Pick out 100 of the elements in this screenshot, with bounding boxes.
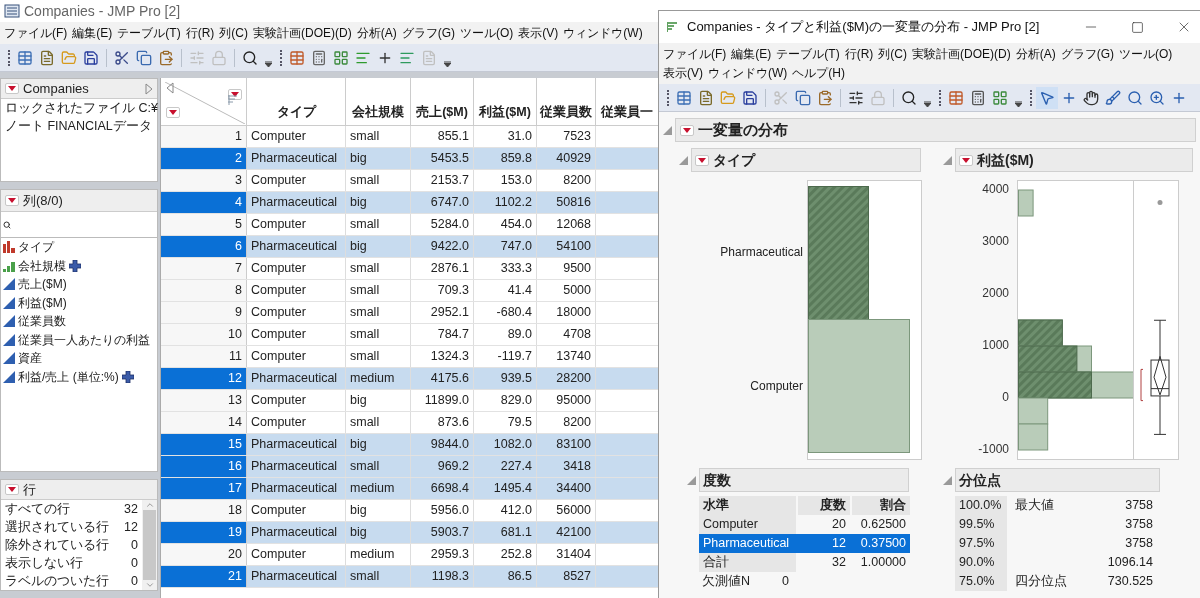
row-number-cell[interactable]: 7 [161, 258, 247, 279]
disclosure-icon[interactable] [943, 155, 952, 165]
row-number-cell[interactable]: 2 [161, 148, 247, 169]
menu-item[interactable]: 表示(V) [518, 24, 559, 42]
row-number-cell[interactable]: 14 [161, 412, 247, 433]
menu-item[interactable]: 実験計画(DOE)(D) [253, 24, 352, 42]
menu-item[interactable]: ツール(O) [460, 24, 514, 42]
menu-item[interactable]: テーブル(T) [117, 24, 181, 42]
table-row[interactable]: 17 Pharmaceutical medium 6698.4 1495.4 34400 [161, 478, 658, 500]
menu-item[interactable]: ツール(O) [1119, 45, 1173, 63]
column-header[interactable]: 会社規模 [346, 78, 411, 125]
sort-icon[interactable] [228, 95, 238, 105]
dropdown-button[interactable] [228, 89, 242, 100]
table-row[interactable]: 21 Pharmaceutical small 1198.3 86.5 8527 [161, 566, 658, 588]
table-row[interactable]: 10 Computer small 784.7 89.0 4708 [161, 324, 658, 346]
column-name[interactable]: 売上($M) [18, 275, 67, 294]
column-name[interactable]: 利益/売上 (単位:%) [18, 367, 119, 386]
disclosure-icon[interactable] [943, 475, 952, 485]
row-number-cell[interactable]: 17 [161, 478, 247, 499]
table-row[interactable]: 5 Computer small 5284.0 454.0 12068 [161, 214, 658, 236]
column-name[interactable]: タイプ [18, 238, 54, 257]
maximize-icon[interactable] [1131, 20, 1144, 34]
row-number-cell[interactable]: 6 [161, 236, 247, 257]
menu-item[interactable]: 行(R) [844, 45, 874, 63]
column-header[interactable]: 利益($M) [474, 78, 537, 125]
row-number-cell[interactable]: 10 [161, 324, 247, 345]
dropdown-button[interactable] [695, 154, 709, 166]
dropdown-button[interactable] [680, 124, 694, 136]
disclosure-icon[interactable] [663, 125, 672, 135]
frequency-row[interactable]: 合計 32 1.00000 [699, 553, 910, 572]
menu-item[interactable]: 表示(V) [663, 64, 703, 82]
menu-item[interactable]: 分析(A) [356, 24, 397, 42]
table-row[interactable]: 12 Pharmaceutical medium 4175.6 939.5 28200 [161, 368, 658, 390]
row-number-cell[interactable]: 8 [161, 280, 247, 301]
overflow-icon[interactable] [265, 61, 272, 67]
expand-icon[interactable] [145, 82, 153, 95]
disclosure-icon[interactable] [679, 155, 688, 165]
column-name[interactable]: 従業員一人あたりの利益 [18, 330, 150, 349]
menu-item[interactable]: ウィンドウ(W) [563, 24, 643, 42]
row-number-cell[interactable]: 3 [161, 170, 247, 191]
frequency-row[interactable]: Computer 20 0.62500 [699, 515, 910, 534]
column-header[interactable]: タイプ [247, 78, 346, 125]
menu-item[interactable]: テーブル(T) [776, 45, 840, 63]
overflow-icon[interactable] [924, 101, 931, 107]
column-header[interactable]: 従業員数 [537, 78, 596, 125]
table-row[interactable]: 11 Computer small 1324.3 -119.7 13740 [161, 346, 658, 368]
table-row[interactable]: 3 Computer small 2153.7 153.0 8200 [161, 170, 658, 192]
column-header[interactable]: 売上($M) [411, 78, 474, 125]
column-name[interactable]: 従業員数 [18, 312, 66, 331]
table-row[interactable]: 1 Computer small 855.1 31.0 7523 [161, 126, 658, 148]
table-row[interactable]: 2 Pharmaceutical big 5453.5 859.8 40929 [161, 148, 658, 170]
menu-item[interactable]: 分析(A) [1015, 45, 1056, 63]
dropdown-button[interactable] [166, 107, 180, 118]
table-row[interactable]: 16 Pharmaceutical small 969.2 227.4 3418 [161, 456, 658, 478]
table-row[interactable]: 13 Computer big 11899.0 829.0 95000 [161, 390, 658, 412]
row-number-cell[interactable]: 20 [161, 544, 247, 565]
row-number-cell[interactable]: 4 [161, 192, 247, 213]
menu-item[interactable]: 行(R) [185, 24, 215, 42]
row-number-cell[interactable]: 1 [161, 126, 247, 147]
menu-item[interactable]: ファイル(F) [4, 24, 68, 42]
menu-item[interactable]: ヘルプ(H) [792, 64, 845, 82]
row-number-cell[interactable]: 21 [161, 566, 247, 587]
column-name[interactable]: 会社規模 [18, 256, 66, 275]
menu-item[interactable]: 編集(E) [731, 45, 772, 63]
menu-item[interactable]: 実験計画(DOE)(D) [912, 45, 1011, 63]
table-row[interactable]: 9 Computer small 2952.1 -680.4 18000 [161, 302, 658, 324]
section-header[interactable]: タイプ [691, 148, 921, 172]
table-row[interactable]: 19 Pharmaceutical big 5903.7 681.1 42100 [161, 522, 658, 544]
frequency-row[interactable]: Pharmaceutical 12 0.37500 [699, 534, 910, 553]
overflow-icon[interactable] [1015, 101, 1022, 107]
column-name[interactable]: 資産 [18, 349, 42, 368]
row-number-cell[interactable]: 11 [161, 346, 247, 367]
disclosure-icon[interactable] [687, 475, 696, 485]
table-row[interactable]: 18 Computer big 5956.0 412.0 56000 [161, 500, 658, 522]
row-number-cell[interactable]: 13 [161, 390, 247, 411]
column-name[interactable]: 利益($M) [18, 293, 67, 312]
report-header[interactable]: 一変量の分布 [675, 118, 1196, 142]
row-number-cell[interactable]: 9 [161, 302, 247, 323]
table-row[interactable]: 14 Computer small 873.6 79.5 8200 [161, 412, 658, 434]
dropdown-button[interactable] [959, 154, 973, 166]
row-number-cell[interactable]: 15 [161, 434, 247, 455]
menu-item[interactable]: グラフ(G) [1060, 45, 1114, 63]
overflow-icon[interactable] [444, 61, 451, 67]
scrollbar[interactable] [142, 500, 157, 590]
row-number-cell[interactable]: 19 [161, 522, 247, 543]
menu-item[interactable]: ウィンドウ(W) [708, 64, 788, 82]
table-row[interactable]: 8 Computer small 709.3 41.4 5000 [161, 280, 658, 302]
row-number-cell[interactable]: 12 [161, 368, 247, 389]
menu-item[interactable]: 列(C) [219, 24, 248, 42]
menu-item[interactable]: ファイル(F) [663, 45, 727, 63]
row-number-cell[interactable]: 18 [161, 500, 247, 521]
menu-item[interactable]: 編集(E) [72, 24, 113, 42]
dropdown-button[interactable] [5, 484, 19, 495]
section-header[interactable]: 度数 [699, 468, 909, 492]
dropdown-button[interactable] [5, 83, 19, 94]
table-row[interactable]: 7 Computer small 2876.1 333.3 9500 [161, 258, 658, 280]
menu-item[interactable]: グラフ(G) [401, 24, 455, 42]
table-row[interactable]: 15 Pharmaceutical big 9844.0 1082.0 83100 [161, 434, 658, 456]
table-row[interactable]: 20 Computer medium 2959.3 252.8 31404 [161, 544, 658, 566]
dropdown-button[interactable] [5, 195, 19, 206]
